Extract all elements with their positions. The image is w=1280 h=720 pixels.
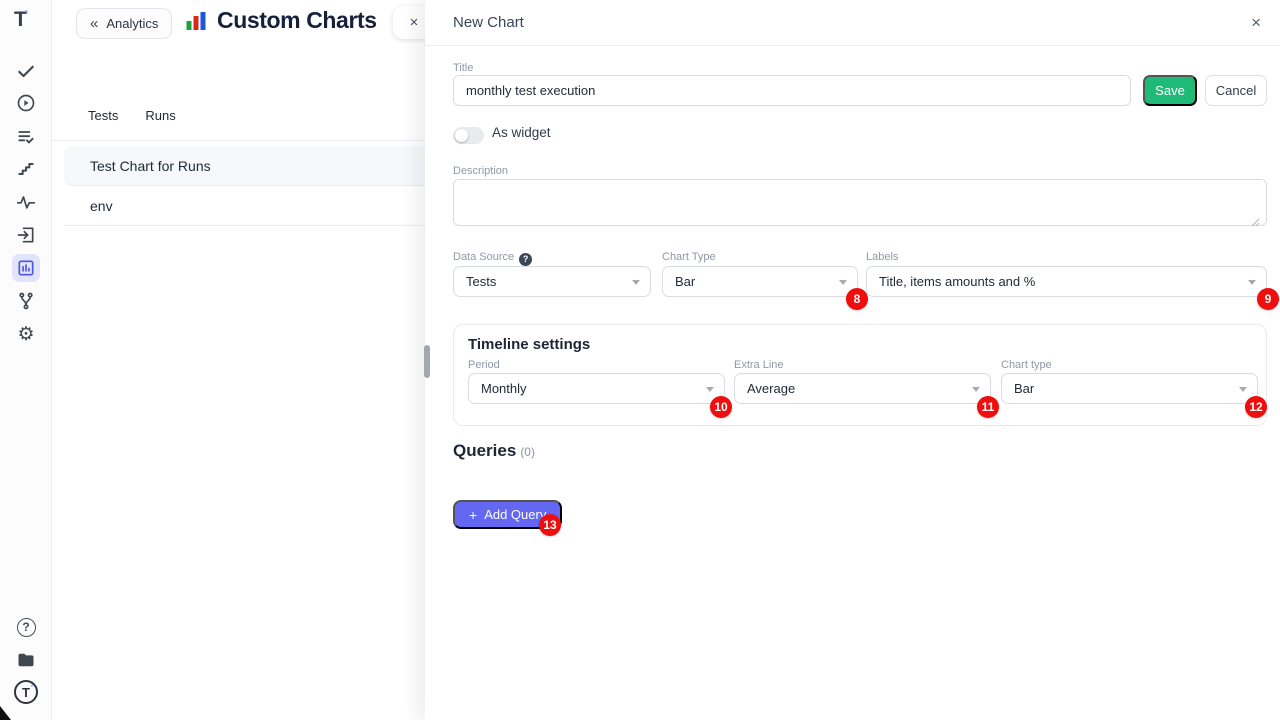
tab-runs[interactable]: Runs	[145, 108, 175, 123]
page-title: Custom Charts	[217, 7, 377, 34]
as-widget-toggle[interactable]	[453, 127, 484, 144]
labels-select[interactable]: Title, items amounts and %	[866, 266, 1267, 297]
toggle-knob	[455, 129, 468, 142]
data-source-value: Tests	[466, 274, 496, 289]
list-check-icon	[16, 127, 36, 147]
title-field-label: Title	[453, 62, 473, 74]
sidebar-item-projects[interactable]	[12, 646, 40, 674]
timeline-settings-card: Timeline settings Period Extra Line Char…	[453, 324, 1267, 426]
chart-type-label: Chart Type	[662, 251, 716, 263]
sidebar-item-imports[interactable]	[12, 221, 40, 249]
annotation-badge-11: 11	[977, 396, 999, 418]
close-icon: ×	[410, 14, 419, 31]
help-icon: ?	[17, 618, 36, 637]
back-button-label: Analytics	[106, 16, 158, 31]
import-box-icon	[16, 225, 36, 245]
drawer-title: New Chart	[453, 14, 524, 31]
title-input[interactable]	[453, 75, 1131, 106]
annotation-badge-8: 8	[846, 288, 868, 310]
sidebar-item-pulse[interactable]	[12, 188, 40, 216]
description-textarea[interactable]	[453, 179, 1267, 226]
stairs-icon	[16, 159, 36, 179]
gear-icon: ⚙	[17, 325, 34, 344]
caret-down-icon	[839, 280, 847, 285]
pulse-icon	[16, 192, 36, 212]
sidebar-item-analytics[interactable]	[12, 254, 40, 282]
avatar: T'	[14, 680, 38, 704]
extra-line-label: Extra Line	[734, 359, 784, 371]
app-root: T' ⚙ ?	[0, 0, 1280, 720]
add-query-label: Add Query	[484, 507, 546, 522]
chart-list-tabs: Tests Runs	[88, 108, 176, 123]
sidebar-item-runs[interactable]	[12, 89, 40, 117]
queries-count: (0)	[520, 445, 535, 459]
period-value: Monthly	[481, 381, 527, 396]
chart-type-value: Bar	[675, 274, 695, 289]
description-field-label: Description	[453, 165, 508, 177]
timeline-chart-type-select[interactable]: Bar	[1001, 373, 1258, 404]
labels-value: Title, items amounts and %	[879, 274, 1035, 289]
queries-heading: Queries(0)	[453, 441, 535, 461]
sidebar-item-settings[interactable]: ⚙	[12, 320, 40, 348]
colored-bar-chart-icon	[184, 9, 208, 33]
sidebar-item-account[interactable]: T'	[12, 678, 40, 706]
annotation-badge-12: 12	[1245, 396, 1267, 418]
data-source-select[interactable]: Tests	[453, 266, 651, 297]
timeline-chart-type-label: Chart type	[1001, 359, 1052, 371]
annotation-badge-10: 10	[710, 396, 732, 418]
back-to-analytics-button[interactable]: « Analytics	[76, 8, 172, 39]
caret-down-icon	[1248, 280, 1256, 285]
avatar-tick-icon: '	[31, 683, 33, 693]
git-branch-icon	[16, 291, 36, 311]
chart-type-select[interactable]: Bar	[662, 266, 858, 297]
sidebar-item-help[interactable]: ?	[12, 613, 40, 641]
folder-icon	[16, 650, 36, 670]
save-button[interactable]: Save	[1143, 75, 1197, 106]
drawer-close-button[interactable]: ×	[1247, 12, 1265, 33]
extra-line-value: Average	[747, 381, 795, 396]
data-source-help-icon[interactable]: ?	[519, 253, 532, 266]
sidebar-item-plans[interactable]	[12, 123, 40, 151]
as-widget-label: As widget	[492, 125, 551, 140]
sidebar-item-branches[interactable]	[12, 287, 40, 315]
extra-line-select[interactable]: Average	[734, 373, 991, 404]
mouse-cursor	[0, 706, 11, 720]
cancel-button[interactable]: Cancel	[1205, 75, 1267, 106]
caret-down-icon	[706, 387, 714, 392]
scrollbar-thumb[interactable]	[424, 345, 430, 378]
labels-label: Labels	[866, 251, 898, 263]
caret-down-icon	[1239, 387, 1247, 392]
caret-down-icon	[632, 280, 640, 285]
caret-down-icon	[972, 387, 980, 392]
sidebar-item-tests[interactable]	[12, 57, 40, 85]
plus-icon: +	[469, 507, 477, 523]
logo-tick-icon: '	[25, 7, 27, 23]
period-select[interactable]: Monthly	[468, 373, 725, 404]
period-label: Period	[468, 359, 500, 371]
annotation-badge-13: 13	[539, 514, 561, 536]
drawer-header: New Chart ×	[425, 0, 1280, 46]
timeline-chart-type-value: Bar	[1014, 381, 1034, 396]
app-logo[interactable]: T'	[14, 8, 28, 32]
data-source-label: Data Source?	[453, 251, 532, 266]
icon-rail: T' ⚙ ?	[0, 0, 52, 720]
timeline-settings-heading: Timeline settings	[468, 336, 590, 353]
bar-chart-icon	[16, 258, 36, 278]
panel-title-row: Custom Charts	[184, 7, 377, 34]
play-circle-icon	[16, 93, 36, 113]
sidebar-item-milestones[interactable]	[12, 155, 40, 183]
check-icon	[16, 61, 36, 81]
annotation-badge-9: 9	[1257, 288, 1279, 310]
new-chart-drawer: New Chart × Title Save Cancel As widget …	[425, 0, 1280, 720]
tab-tests[interactable]: Tests	[88, 108, 118, 123]
chevrons-left-icon: «	[90, 15, 98, 32]
